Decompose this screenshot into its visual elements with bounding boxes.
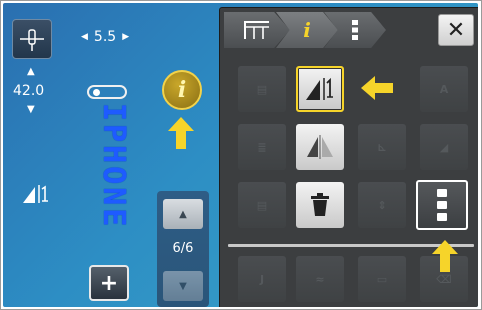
add-stitch-button[interactable]: + [89, 265, 129, 301]
close-button[interactable]: ✕ [438, 14, 474, 46]
delete-button[interactable] [296, 182, 344, 228]
zigzag-button: ≈ [296, 256, 344, 302]
pattern-repeat-icon: ≣ [257, 140, 267, 154]
stitch-width-control[interactable]: ◀ 5.5 ▶ [81, 29, 129, 45]
page-scroll-panel: ▲ 6/6 ▼ [157, 191, 209, 307]
angle-alt-icon: ◢ [439, 140, 449, 154]
hook-button: J [238, 256, 286, 302]
frame-icon: ▭ [376, 272, 388, 286]
increase-width-icon[interactable]: ▶ [122, 32, 129, 42]
mirror-left-right-icon [306, 77, 333, 100]
cursor-dot [93, 89, 100, 96]
chevron-down-icon: ▼ [179, 280, 187, 292]
cursor-indicator[interactable] [87, 85, 127, 99]
more-options-button[interactable] [416, 180, 468, 230]
delete-icon [311, 193, 329, 216]
memory-rec-icon: ▤ [256, 198, 268, 212]
angle-icon: ⊾ [377, 140, 387, 154]
alphabet-size-icon: A [439, 82, 449, 96]
mirror-vertical-icon [307, 135, 333, 159]
zigzag-icon: ≈ [315, 272, 325, 286]
pointer-arrow-up-icon-2 [432, 240, 458, 272]
memory-rec-button: ▤ [238, 66, 286, 112]
info-icon: i [177, 77, 187, 103]
needle-position-button[interactable] [12, 19, 52, 59]
sewing-frame-icon [244, 21, 269, 39]
decrease-width-icon[interactable]: ◀ [81, 32, 88, 42]
pattern-preview-text: IPHONE [96, 103, 131, 230]
mirror-left-right-button[interactable] [296, 66, 344, 112]
sewing-screen: ◀ 5.5 ▶ ▲ 42.0 ▼ IPHONE + i ▲ 6/6 ▼ i ✕ … [3, 3, 478, 307]
angle-button: ⊾ [358, 124, 406, 170]
needle-icon [20, 29, 44, 51]
decrease-length-icon[interactable]: ▼ [27, 105, 35, 115]
memory-rec-button-2: ▤ [238, 182, 286, 228]
page-counter: 6/6 [172, 241, 194, 256]
panel-tabbar: i [224, 12, 386, 48]
edit-panel: i ✕ ▤ A ≣ ⊾ ◢ ▤ ⇕ J ≈ ▭ ⌫ [219, 7, 478, 307]
stitch-width-value: 5.5 [93, 29, 117, 45]
more-vertical-icon [352, 20, 358, 40]
mirror-vertical-button[interactable] [296, 124, 344, 170]
pointer-arrow-left-icon [361, 76, 393, 100]
angle-alt-button: ◢ [420, 124, 468, 170]
scroll-up-button[interactable]: ▲ [163, 199, 203, 229]
more-vertical-icon [437, 189, 447, 221]
stitch-length-value: 42.0 [13, 83, 45, 99]
split-button: ⇕ [358, 182, 406, 228]
hook-icon: J [259, 272, 265, 286]
increase-length-icon[interactable]: ▲ [27, 67, 35, 77]
frame-button: ▭ [358, 256, 406, 302]
scroll-down-button[interactable]: ▼ [163, 271, 203, 301]
plus-icon: + [99, 270, 119, 296]
pattern-repeat-button: ≣ [238, 124, 286, 170]
pointer-arrow-up-icon [168, 117, 194, 149]
clear-icon: ⌫ [436, 272, 452, 286]
memory-rec-icon: ▤ [256, 82, 268, 96]
close-icon: ✕ [446, 17, 466, 43]
chevron-up-icon: ▲ [179, 208, 187, 220]
mirror-status-icon [21, 183, 51, 209]
alphabet-size-button: A [420, 66, 468, 112]
split-icon: ⇕ [377, 198, 387, 212]
info-icon: i [303, 18, 311, 42]
info-button[interactable]: i [162, 70, 202, 110]
